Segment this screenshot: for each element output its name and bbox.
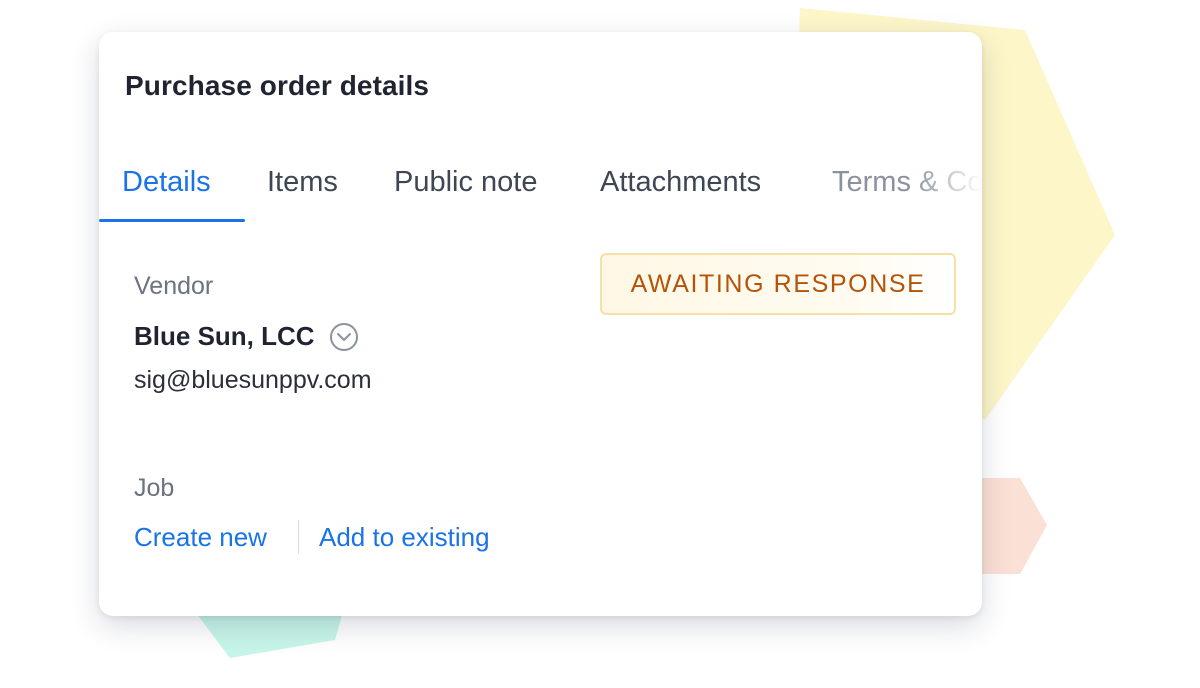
tab-attachments[interactable]: Attachments xyxy=(600,166,761,199)
vendor-email: sig@bluesunppv.com xyxy=(134,366,372,394)
tab-public-note[interactable]: Public note xyxy=(394,166,538,199)
active-tab-indicator xyxy=(99,219,245,222)
purchase-order-card: Purchase order details Details Items Pub… xyxy=(99,32,982,616)
job-label: Job xyxy=(134,474,175,502)
create-new-job-link[interactable]: Create new xyxy=(134,522,267,553)
tab-bar: Details Items Public note Attachments Te… xyxy=(99,160,982,222)
chevron-down-circle-icon[interactable] xyxy=(329,322,359,352)
tab-terms[interactable]: Terms & Co xyxy=(832,166,982,199)
card-title: Purchase order details xyxy=(125,70,430,101)
add-to-existing-job-link[interactable]: Add to existing xyxy=(319,522,490,553)
vendor-name: Blue Sun, LCC xyxy=(134,321,315,351)
tab-details[interactable]: Details xyxy=(122,166,211,199)
link-divider xyxy=(298,520,299,554)
tab-items[interactable]: Items xyxy=(267,166,338,199)
status-badge-text: AWAITING RESPONSE xyxy=(630,269,926,298)
status-badge: AWAITING RESPONSE xyxy=(600,253,956,315)
vendor-label: Vendor xyxy=(134,272,214,300)
